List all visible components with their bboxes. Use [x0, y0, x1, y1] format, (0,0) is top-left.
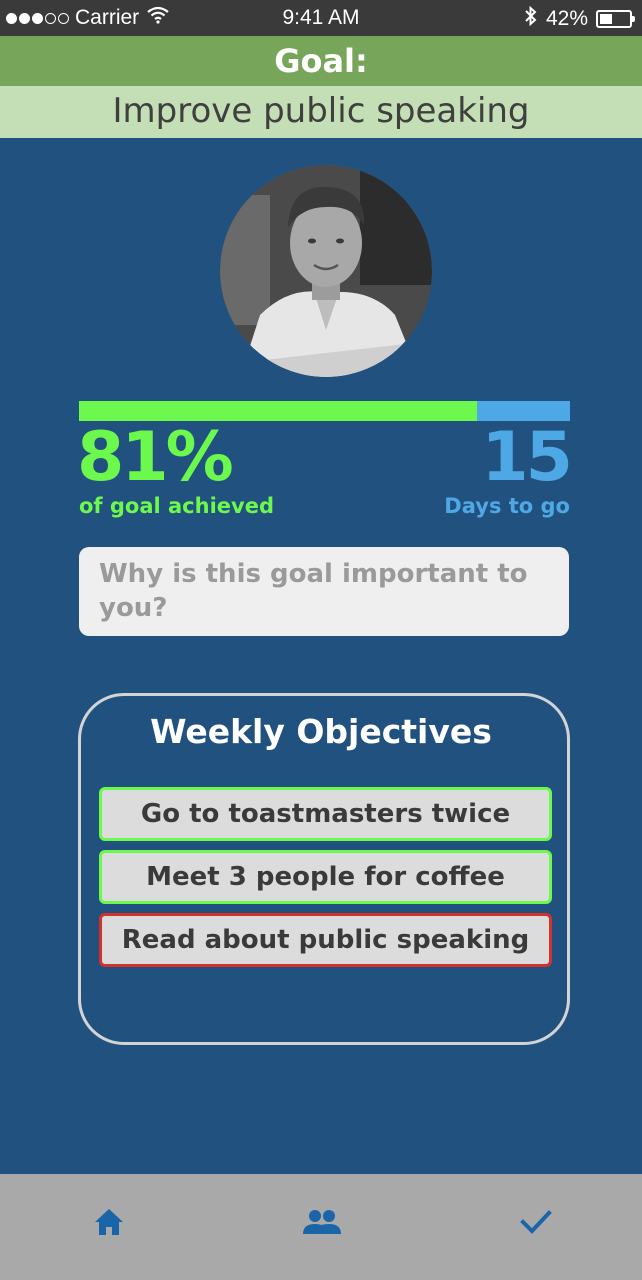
goal-title: Improve public speaking [0, 86, 642, 138]
battery-percent: 42% [545, 7, 588, 30]
people-icon [303, 1210, 341, 1234]
tab-people[interactable] [302, 1202, 342, 1242]
tab-home[interactable] [89, 1202, 129, 1242]
days-remaining-caption: Days to go [444, 494, 570, 518]
goal-heading: Goal: [0, 36, 642, 86]
home-icon [95, 1209, 123, 1235]
status-bar: Carrier 9:41 AM 42% [0, 0, 642, 36]
bottom-tab-bar [0, 1174, 642, 1280]
weekly-objectives-title: Weekly Objectives [150, 712, 492, 751]
why-important-input[interactable] [79, 547, 569, 636]
battery-icon [596, 10, 635, 28]
objective-item[interactable]: Go to toastmasters twice [99, 787, 552, 841]
days-remaining-value: 15 [481, 418, 573, 497]
profile-photo [220, 165, 432, 377]
status-right: 42% [524, 5, 636, 32]
app-screen: Carrier 9:41 AM 42% Goal: Improve public… [0, 0, 642, 1280]
goal-percent-value: 81% [77, 418, 234, 497]
avatar[interactable] [220, 165, 432, 377]
objective-item[interactable]: Meet 3 people for coffee [99, 850, 552, 904]
objective-item[interactable]: Read about public speaking [99, 913, 552, 967]
bluetooth-icon [524, 5, 538, 32]
check-icon [520, 1210, 552, 1234]
goal-percent-caption: of goal achieved [79, 494, 274, 518]
tab-goals[interactable] [516, 1202, 556, 1242]
